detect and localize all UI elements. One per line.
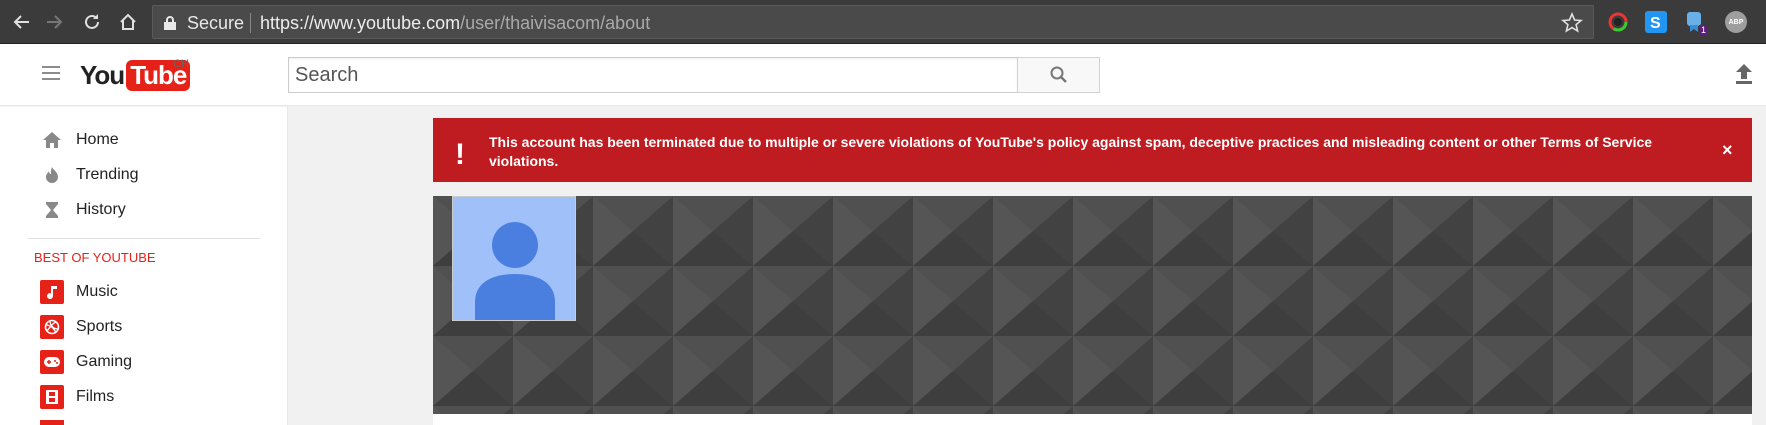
sidebar-item-label: Films <box>76 388 115 405</box>
sidebar-item-label: Gaming <box>76 353 133 370</box>
search-placeholder: Search <box>295 64 359 86</box>
account-terminated-alert: ! This account has been terminated due t… <box>433 118 1752 182</box>
close-icon[interactable]: × <box>1722 140 1733 161</box>
film-icon <box>40 385 64 409</box>
alert-message: This account has been terminated due to … <box>489 134 1653 169</box>
exclamation-icon: ! <box>455 138 465 171</box>
forward-button[interactable] <box>40 8 68 36</box>
sidebar-item-trending[interactable]: Trending <box>40 158 260 192</box>
url-text: https://www.youtube.com/user/thaivisacom… <box>260 13 650 34</box>
abp-icon: ABP <box>1725 11 1747 33</box>
address-bar[interactable]: Secure https://www.youtube.com/user/thai… <box>152 5 1594 39</box>
music-note-icon <box>40 280 64 304</box>
logo-you-text: You <box>80 59 125 90</box>
url-path: /user/thaivisacom/about <box>460 13 651 33</box>
url-host: https://www.youtube.com <box>260 13 461 33</box>
sidebar-item-music[interactable]: Music <box>40 275 260 309</box>
reload-button[interactable] <box>78 8 106 36</box>
extension-count-badge: 1 <box>1698 25 1708 36</box>
sidebar-item-home[interactable]: Home <box>40 123 260 157</box>
color-wheel-icon <box>1608 12 1628 32</box>
hourglass-icon <box>40 198 64 222</box>
channel-banner <box>433 196 1752 414</box>
extension-badge-button[interactable]: 1 <box>1680 8 1708 36</box>
home-outline-icon <box>120 13 136 30</box>
back-button[interactable] <box>8 8 36 36</box>
search-button[interactable] <box>1017 57 1100 93</box>
svg-text:S: S <box>1650 15 1661 32</box>
sidebar-item-history[interactable]: History <box>40 193 260 227</box>
extension-s-button[interactable]: S <box>1642 8 1670 36</box>
search-input[interactable]: Search <box>288 57 1018 93</box>
home-button[interactable] <box>114 8 142 36</box>
banner-pattern <box>433 196 1752 414</box>
channel-avatar[interactable] <box>452 196 576 321</box>
adblock-button[interactable]: ABP <box>1722 8 1750 36</box>
sidebar-item-sports[interactable]: Sports <box>40 310 260 344</box>
sidebar-section-title: BEST OF YOUTUBE <box>34 250 156 265</box>
ball-icon <box>40 315 64 339</box>
sidebar-divider <box>28 238 260 239</box>
default-user-icon <box>475 222 555 320</box>
address-separator <box>250 13 251 33</box>
logo-region-code: CH <box>173 58 189 70</box>
sidebar-item-gaming[interactable]: Gaming <box>40 345 260 379</box>
sidebar-item-films[interactable]: Films <box>40 380 260 414</box>
sidebar-item-label: Music <box>76 283 118 300</box>
forward-arrow-icon <box>47 15 63 29</box>
channel-header-strip <box>433 414 1752 425</box>
guide-sidebar: Home Trending History BEST OF YOUTUBE Mu… <box>0 107 288 425</box>
back-arrow-icon <box>13 15 29 29</box>
search-icon <box>1050 66 1067 83</box>
reload-icon <box>85 14 99 29</box>
home-icon <box>40 128 64 152</box>
extension-color-button[interactable] <box>1604 8 1632 36</box>
sidebar-item-label: Trending <box>76 166 139 183</box>
browser-toolbar: Secure https://www.youtube.com/user/thai… <box>0 0 1766 44</box>
sidebar-item-partial <box>40 420 64 425</box>
sidebar-item-label: Home <box>76 131 119 148</box>
upload-icon[interactable] <box>1734 62 1754 86</box>
lock-icon <box>164 16 176 30</box>
flame-icon <box>40 163 64 187</box>
youtube-masthead: You Tube CH Search <box>0 44 1766 106</box>
gamepad-icon <box>40 350 64 374</box>
sidebar-item-label: History <box>76 201 126 218</box>
menu-icon[interactable] <box>42 66 60 80</box>
s-logo-icon: S <box>1645 11 1667 33</box>
bookmark-star-icon[interactable] <box>1561 12 1583 34</box>
sidebar-item-label: Sports <box>76 318 123 335</box>
secure-label: Secure <box>187 13 245 33</box>
